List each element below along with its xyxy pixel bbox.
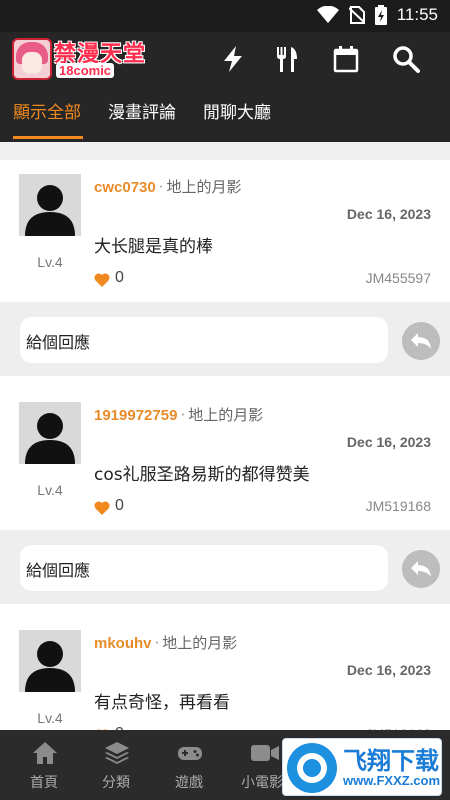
comment-header: mkouhv · 地上的月影: [94, 634, 238, 652]
comment-target[interactable]: 地上的月影: [167, 178, 242, 196]
nav-games[interactable]: 遊戲: [153, 730, 225, 800]
app-header: 禁漫天堂 18comic 顯示全部 漫畫評論 閒聊大廳: [0, 32, 450, 142]
reply-row: 給個回應: [0, 302, 450, 376]
comic-id[interactable]: JM519168: [366, 498, 431, 514]
battery-icon: [374, 5, 387, 25]
like-count: 0: [115, 269, 124, 286]
wifi-icon: [316, 6, 339, 23]
logo-subtitle: 18comic: [56, 63, 115, 78]
home-icon: [33, 742, 57, 764]
status-time: 11:55: [396, 5, 438, 24]
reply-input[interactable]: 給個回應: [20, 317, 388, 363]
username[interactable]: 1919972759: [94, 407, 177, 424]
tab-comic-reviews[interactable]: 漫畫評論: [108, 98, 176, 123]
comment-feed[interactable]: Lv.4 cwc0730 · 地上的月影 Dec 16, 2023 大长腿是真的棒 …: [0, 142, 450, 730]
comment-card: Lv.4 1919972759 · 地上的月影 Dec 16, 2023 cos礼服…: [0, 376, 450, 530]
comment-content: 大长腿是真的棒: [94, 237, 213, 257]
comic-id[interactable]: JM455597: [366, 270, 431, 286]
heart-icon[interactable]: [94, 272, 110, 288]
heart-icon[interactable]: [94, 500, 110, 516]
comment-date: Dec 16, 2023: [346, 662, 431, 678]
comment-header: cwc0730 · 地上的月影: [94, 178, 242, 196]
tab-all[interactable]: 顯示全部: [13, 98, 81, 123]
nav-label: 分類: [102, 775, 130, 791]
reply-button[interactable]: [402, 550, 440, 588]
watermark-logo: 飞翔下载 www.FXXZ.com: [282, 738, 442, 796]
gamepad-icon: [178, 747, 202, 760]
comment-content: cos礼服圣路易斯的都得赞美: [94, 465, 310, 485]
username[interactable]: mkouhv: [94, 635, 152, 652]
avatar[interactable]: [19, 402, 81, 464]
user-level: Lv.4: [37, 482, 63, 498]
user-level: Lv.4: [37, 254, 63, 270]
comment-date: Dec 16, 2023: [346, 206, 431, 222]
user-level: Lv.4: [37, 710, 63, 726]
avatar[interactable]: [19, 630, 81, 692]
video-icon: [251, 745, 279, 761]
comment-header: 1919972759 · 地上的月影: [94, 406, 264, 424]
tab-bar: 顯示全部 漫畫評論 閒聊大廳: [0, 90, 450, 142]
reply-input[interactable]: 給個回應: [20, 545, 388, 591]
reply-row: 給個回應: [0, 530, 450, 604]
reply-button[interactable]: [402, 322, 440, 360]
status-bar: 11:55: [0, 0, 450, 32]
bolt-icon[interactable]: [218, 44, 248, 74]
comment-card: Lv.4 mkouhv · 地上的月影 Dec 16, 2023 有点奇怪，再看看 …: [0, 604, 450, 730]
search-icon[interactable]: [391, 44, 421, 74]
like-count: 0: [115, 497, 124, 514]
watermark-title: 飞翔下载: [343, 747, 439, 775]
nav-label: 首頁: [30, 775, 58, 791]
calendar-icon[interactable]: [331, 44, 361, 74]
avatar[interactable]: [19, 174, 81, 236]
nav-categories[interactable]: 分類: [80, 730, 152, 800]
username[interactable]: cwc0730: [94, 179, 156, 196]
watermark-url: www.FXXZ.com: [343, 773, 441, 788]
comment-target[interactable]: 地上的月影: [188, 406, 263, 424]
logo-mascot: [12, 38, 52, 80]
layers-icon: [105, 742, 129, 764]
comment-date: Dec 16, 2023: [346, 434, 431, 450]
nav-home[interactable]: 首頁: [8, 730, 80, 800]
tab-chat-hall[interactable]: 閒聊大廳: [203, 98, 271, 123]
utensils-icon[interactable]: [272, 44, 302, 74]
comment-card: Lv.4 cwc0730 · 地上的月影 Dec 16, 2023 大长腿是真的棒 …: [0, 160, 450, 302]
app-logo[interactable]: 禁漫天堂 18comic: [12, 38, 145, 82]
no-sim-icon: [348, 6, 365, 24]
active-tab-indicator: [13, 136, 83, 139]
comment-content: 有点奇怪，再看看: [94, 693, 230, 713]
nav-label: 遊戲: [175, 775, 203, 791]
comment-target[interactable]: 地上的月影: [162, 634, 237, 652]
